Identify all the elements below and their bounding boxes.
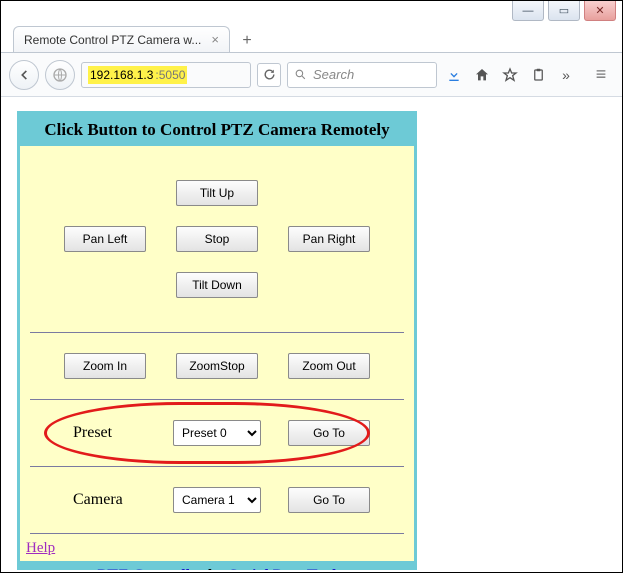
download-icon	[446, 67, 462, 83]
back-button[interactable]	[9, 60, 39, 90]
footer-brand-link[interactable]: PTZ Controller	[98, 567, 205, 570]
camera-goto-button[interactable]: Go To	[288, 487, 370, 513]
clipboard-icon	[531, 67, 546, 83]
tab-close-icon[interactable]: ×	[211, 32, 219, 47]
home-icon	[474, 67, 490, 83]
preset-select[interactable]: Preset 0	[173, 420, 261, 446]
footer-vendor-link[interactable]: Serial Port Tool	[229, 567, 337, 570]
minimize-icon: —	[523, 5, 534, 17]
help-section: Help	[20, 534, 414, 561]
arrow-left-icon	[17, 68, 31, 82]
pan-right-button[interactable]: Pan Right	[288, 226, 370, 252]
reload-icon	[263, 68, 276, 81]
zoom-in-button[interactable]: Zoom In	[64, 353, 146, 379]
preset-goto-button[interactable]: Go To	[288, 420, 370, 446]
address-bar[interactable]: 192.168.1.3:5050	[81, 62, 251, 88]
library-button[interactable]	[527, 67, 549, 83]
maximize-icon: ▭	[559, 4, 569, 17]
preset-section: Preset Preset 0 Go To	[20, 400, 414, 466]
url-port: :5050	[155, 66, 187, 84]
content-viewport: Click Button to Control PTZ Camera Remot…	[1, 97, 622, 570]
chevron-right-double-icon: »	[562, 67, 570, 83]
star-icon	[502, 67, 518, 83]
search-placeholder: Search	[313, 67, 354, 82]
tilt-up-button[interactable]: Tilt Up	[176, 180, 258, 206]
preset-label: Preset	[55, 420, 155, 446]
zoom-section: Zoom In ZoomStop Zoom Out	[20, 333, 414, 399]
close-icon: ✕	[595, 4, 604, 17]
bookmark-button[interactable]	[499, 67, 521, 83]
footer: PTZ Controller by Serial Port Tool	[20, 561, 414, 570]
camera-section: Camera Camera 1 Go To	[20, 467, 414, 533]
ptz-panel: Click Button to Control PTZ Camera Remot…	[17, 111, 417, 570]
tilt-down-button[interactable]: Tilt Down	[176, 272, 258, 298]
browser-tab[interactable]: Remote Control PTZ Camera w... ×	[13, 26, 230, 52]
menu-button[interactable]: ≡	[588, 64, 614, 85]
tab-strip: Remote Control PTZ Camera w... × +	[1, 23, 622, 53]
url-host: 192.168.1.3	[88, 66, 155, 84]
help-link[interactable]: Help	[26, 540, 55, 556]
stop-button[interactable]: Stop	[176, 226, 258, 252]
tab-title: Remote Control PTZ Camera w...	[24, 33, 201, 47]
camera-select[interactable]: Camera 1	[173, 487, 261, 513]
new-tab-button[interactable]: +	[236, 30, 258, 52]
site-identity-button[interactable]	[45, 60, 75, 90]
pan-tilt-section: Tilt Up Pan Left Stop Pan Right Tilt Dow…	[20, 146, 414, 332]
window-close-button[interactable]: ✕	[584, 1, 616, 21]
globe-icon	[52, 67, 68, 83]
page-title: Click Button to Control PTZ Camera Remot…	[20, 114, 414, 146]
camera-label: Camera	[55, 487, 155, 513]
hamburger-icon: ≡	[596, 64, 607, 84]
search-bar[interactable]: Search	[287, 62, 437, 88]
downloads-button[interactable]	[443, 67, 465, 83]
home-button[interactable]	[471, 67, 493, 83]
reload-button[interactable]	[257, 63, 281, 87]
pan-left-button[interactable]: Pan Left	[64, 226, 146, 252]
overflow-button[interactable]: »	[555, 67, 577, 83]
search-icon	[294, 68, 307, 81]
zoom-stop-button[interactable]: ZoomStop	[176, 353, 258, 379]
zoom-out-button[interactable]: Zoom Out	[288, 353, 370, 379]
browser-toolbar: 192.168.1.3:5050 Search » ≡	[1, 53, 622, 97]
window-maximize-button[interactable]: ▭	[548, 1, 580, 21]
window-minimize-button[interactable]: —	[512, 1, 544, 21]
footer-by: by	[204, 567, 229, 570]
